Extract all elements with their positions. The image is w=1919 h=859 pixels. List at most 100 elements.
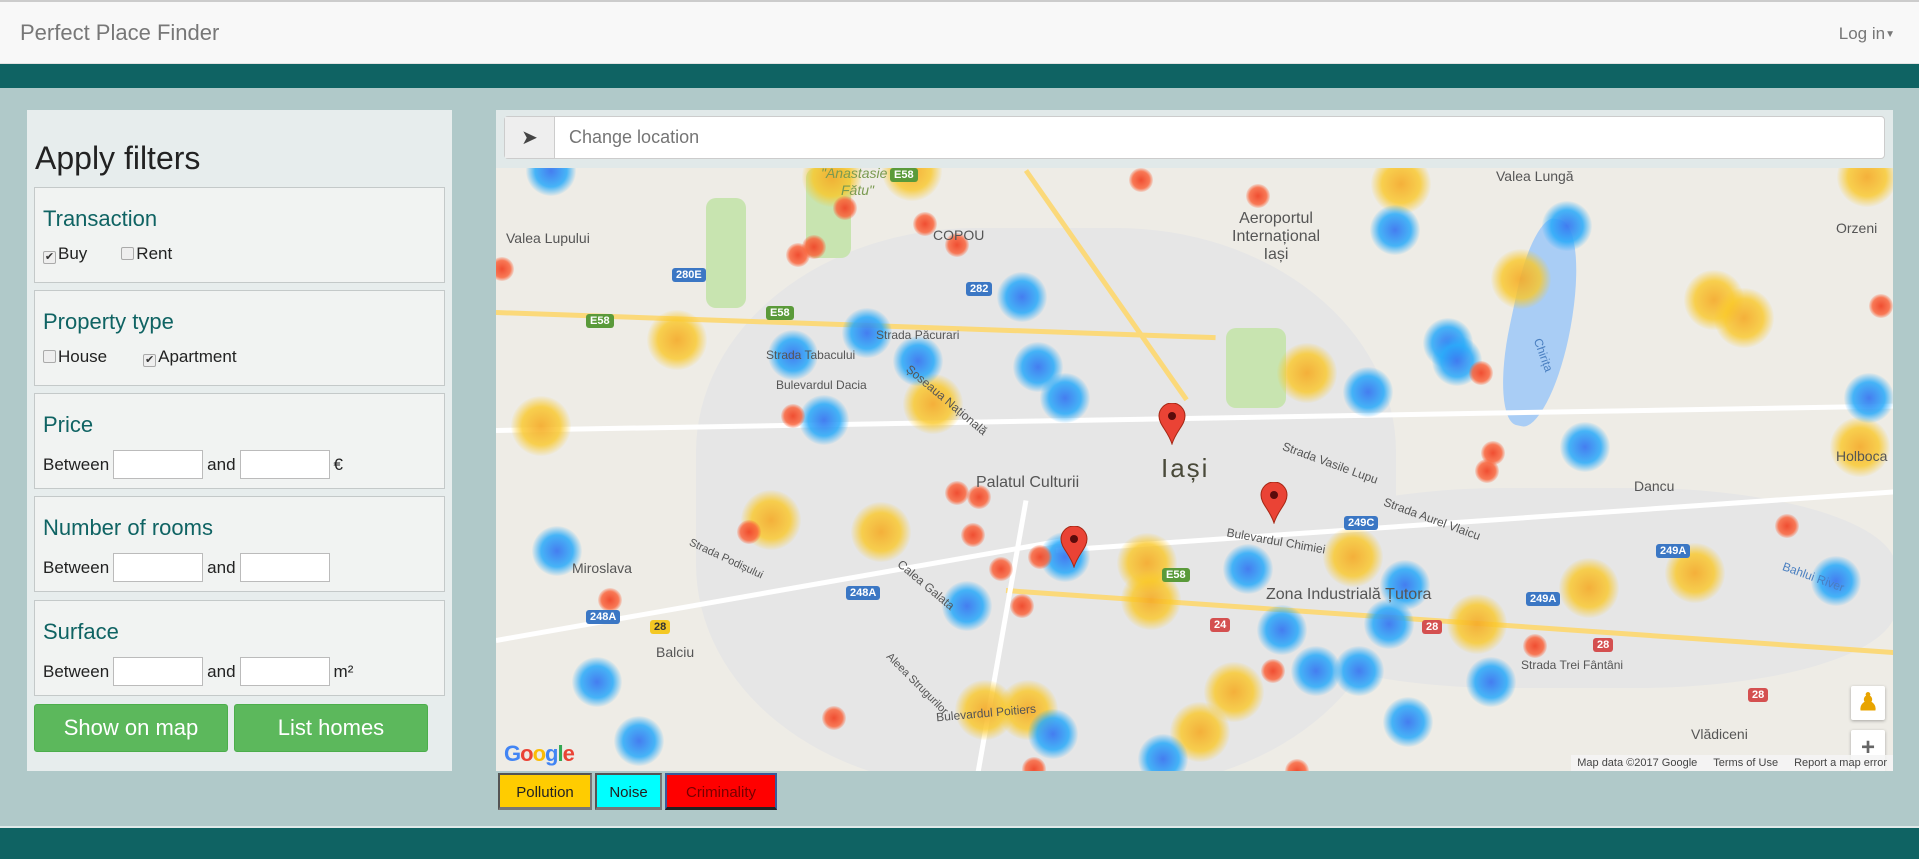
map-label: Strada Păcurari [876, 328, 960, 342]
noise-heat-spot [613, 715, 664, 766]
map-label: Palatul Culturii [976, 474, 1080, 491]
road-shield: 28 [650, 620, 671, 634]
pollution-heat-spot [1830, 416, 1891, 477]
surface-max-input[interactable] [239, 657, 330, 686]
caret-down-icon: ▼ [1885, 29, 1895, 41]
house-label: House [58, 347, 108, 366]
road-shield: 248A [586, 610, 621, 624]
map-label: Bulevardul Dacia [776, 378, 867, 392]
map-label: Aeroportul Internațional Iași [1232, 210, 1320, 264]
map-label: Balciu [656, 644, 695, 660]
road-shield: 282 [966, 282, 993, 296]
filters-panel: Apply filters Transaction ✔ Buy Rent Prop… [27, 110, 452, 771]
location-input[interactable] [555, 117, 1884, 158]
lake [1489, 214, 1593, 432]
street-view-pegman-icon[interactable]: ♟ [1851, 686, 1885, 720]
road-shield: 248A [846, 586, 881, 600]
brand[interactable]: Perfect Place Finder [20, 20, 219, 46]
airport-label: Internațional [1232, 228, 1321, 245]
airport-label: Iași [1263, 246, 1289, 263]
map-label: Strada Trei Fântâni [1521, 658, 1624, 672]
map-label: Dancu [1634, 478, 1675, 494]
road-shield: 249A [1656, 544, 1691, 558]
login-dropdown[interactable]: Log in▼ [1839, 24, 1895, 44]
noise-layer-button[interactable]: Noise [595, 773, 662, 810]
rooms-min-input[interactable] [113, 553, 204, 582]
price-max-input[interactable] [239, 450, 330, 479]
noise-heat-spot [1844, 372, 1893, 423]
checkbox-icon [43, 350, 56, 363]
google-logo[interactable]: Google [504, 741, 575, 767]
pollution-layer-button[interactable]: Pollution [498, 773, 592, 810]
property-type-filter: Property type House ✔ Apartment [34, 290, 445, 386]
home-marker[interactable] [1260, 482, 1288, 524]
pollution-heat-spot [1714, 288, 1775, 349]
transaction-filter: Transaction ✔ Buy Rent [34, 187, 445, 283]
house-checkbox[interactable]: House [43, 347, 107, 367]
noise-heat-spot [1431, 336, 1482, 387]
criminality-heat-spot [1128, 168, 1153, 192]
map-label: Holboca [1836, 448, 1888, 464]
map-panel: ➤ Iași Palatul Culturii AeroportulIntern… [496, 110, 1893, 771]
and-label: and [207, 661, 236, 681]
checkbox-checked-icon: ✔ [43, 251, 56, 264]
criminality-heat-spot [1246, 183, 1271, 208]
surface-min-input[interactable] [113, 657, 204, 686]
park [706, 198, 746, 308]
buy-checkbox[interactable]: ✔ Buy [43, 244, 87, 264]
apartment-checkbox[interactable]: ✔ Apartment [143, 347, 237, 367]
noise-heat-spot [1382, 697, 1433, 748]
map[interactable]: Iași Palatul Culturii Aeroportul Internaț… [496, 168, 1893, 771]
transaction-title: Transaction [43, 206, 158, 231]
rooms-max-input[interactable] [239, 553, 330, 582]
header-band [0, 64, 1919, 88]
map-label: Zona Industrială Țutora [1266, 586, 1432, 603]
pollution-heat-spot [1683, 269, 1744, 330]
filters-title: Apply filters [35, 140, 201, 176]
checkbox-icon [121, 247, 135, 260]
list-homes-button[interactable]: List homes [234, 704, 428, 752]
noise-heat-spot [572, 656, 623, 707]
road-shield: 28 [1593, 638, 1614, 652]
footer [0, 826, 1919, 859]
property-type-title: Property type [43, 309, 174, 334]
pollution-heat-spot [1371, 168, 1432, 214]
map-label: Iași [1161, 453, 1210, 483]
road-shield: 28 [1748, 688, 1769, 702]
noise-heat-spot [1422, 317, 1473, 368]
road-shield: E58 [1162, 568, 1190, 582]
home-marker[interactable] [1158, 403, 1186, 445]
map-label: COPOU [933, 227, 985, 243]
and-label: and [207, 557, 236, 577]
report-error-link[interactable]: Report a map error [1794, 757, 1887, 769]
price-min-input[interactable] [113, 450, 204, 479]
airport-label: Aeroportul [1239, 210, 1313, 227]
criminality-heat-spot [1869, 294, 1893, 318]
price-title: Price [43, 412, 94, 437]
noise-heat-spot [1560, 421, 1611, 472]
criminality-heat-spot [597, 587, 622, 612]
between-label: Between [43, 454, 110, 474]
rooms-title: Number of rooms [43, 515, 213, 540]
criminality-heat-spot [1481, 440, 1506, 465]
location-arrow-icon[interactable]: ➤ [505, 117, 555, 158]
map-label: "Anastasie [821, 168, 888, 181]
map-label: Fătu" [841, 182, 874, 198]
buy-label: Buy [58, 244, 88, 263]
area-unit-label: m² [333, 661, 354, 681]
road-shield: E58 [890, 168, 918, 182]
criminality-layer-button[interactable]: Criminality [665, 773, 777, 810]
map-label: Strada Tabacului [766, 348, 856, 362]
terms-link[interactable]: Terms of Use [1713, 757, 1778, 769]
criminality-heat-spot [1475, 459, 1500, 484]
road-shield: E58 [766, 306, 794, 320]
between-label: Between [43, 557, 110, 577]
home-marker[interactable] [1060, 526, 1088, 568]
noise-heat-spot [525, 168, 576, 197]
apartment-label: Apartment [158, 347, 237, 366]
urban-area [696, 228, 1396, 771]
rent-checkbox[interactable]: Rent [121, 244, 172, 264]
road-shield: E58 [586, 314, 614, 328]
map-label: Orzeni [1836, 220, 1878, 236]
show-on-map-button[interactable]: Show on map [34, 704, 228, 752]
